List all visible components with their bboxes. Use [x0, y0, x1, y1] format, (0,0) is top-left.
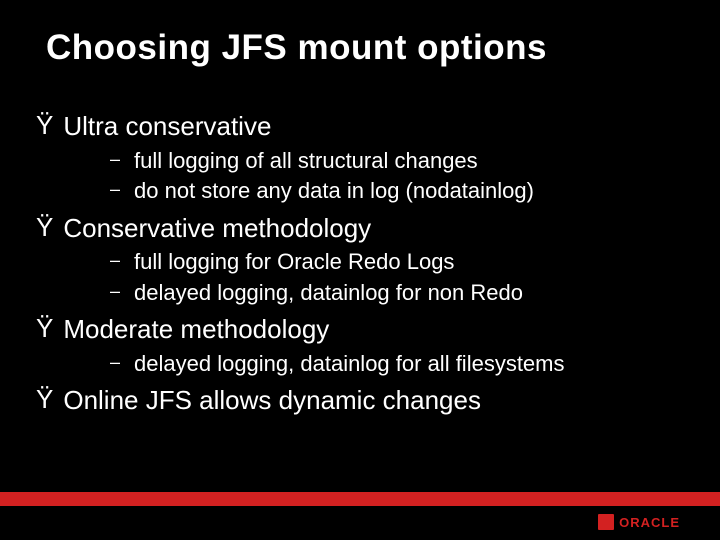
oracle-logo-icon [598, 514, 614, 530]
sub-item: – full logging for Oracle Redo Logs [110, 248, 684, 277]
footer-accent-bar [0, 492, 720, 506]
bullet-label: Ultra conservative [63, 110, 271, 143]
dash-glyph: – [110, 147, 120, 171]
slide-title: Choosing JFS mount options [46, 28, 547, 68]
dash-glyph: – [110, 248, 120, 272]
sub-item-text: full logging of all structural changes [134, 147, 478, 176]
sub-item: – delayed logging, datainlog for all fil… [110, 350, 684, 379]
dash-glyph: – [110, 177, 120, 201]
bullet-ultra-conservative: Ÿ Ultra conservative [36, 110, 684, 143]
slide: Choosing JFS mount options Ÿ Ultra conse… [0, 0, 720, 540]
bullet-glyph: Ÿ [36, 212, 53, 243]
bullet-conservative-methodology: Ÿ Conservative methodology [36, 212, 684, 245]
oracle-logo-text: ORACLE [619, 515, 680, 530]
bullet-online-jfs: Ÿ Online JFS allows dynamic changes [36, 384, 684, 417]
sub-item-text: delayed logging, datainlog for all files… [134, 350, 564, 379]
sub-item: – do not store any data in log (nodatain… [110, 177, 684, 206]
oracle-logo: ORACLE [598, 514, 680, 530]
bullet-label: Moderate methodology [63, 313, 329, 346]
dash-glyph: – [110, 279, 120, 303]
dash-glyph: – [110, 350, 120, 374]
bullet-glyph: Ÿ [36, 110, 53, 141]
bullet-moderate-methodology: Ÿ Moderate methodology [36, 313, 684, 346]
bullet-glyph: Ÿ [36, 384, 53, 415]
sub-item-text: delayed logging, datainlog for non Redo [134, 279, 523, 308]
sub-item-text: do not store any data in log (nodatainlo… [134, 177, 534, 206]
sub-item: – full logging of all structural changes [110, 147, 684, 176]
sub-item: – delayed logging, datainlog for non Red… [110, 279, 684, 308]
bullet-glyph: Ÿ [36, 313, 53, 344]
slide-content: Ÿ Ultra conservative – full logging of a… [36, 104, 684, 421]
bullet-label: Conservative methodology [63, 212, 371, 245]
sub-item-text: full logging for Oracle Redo Logs [134, 248, 454, 277]
bullet-label: Online JFS allows dynamic changes [63, 384, 481, 417]
